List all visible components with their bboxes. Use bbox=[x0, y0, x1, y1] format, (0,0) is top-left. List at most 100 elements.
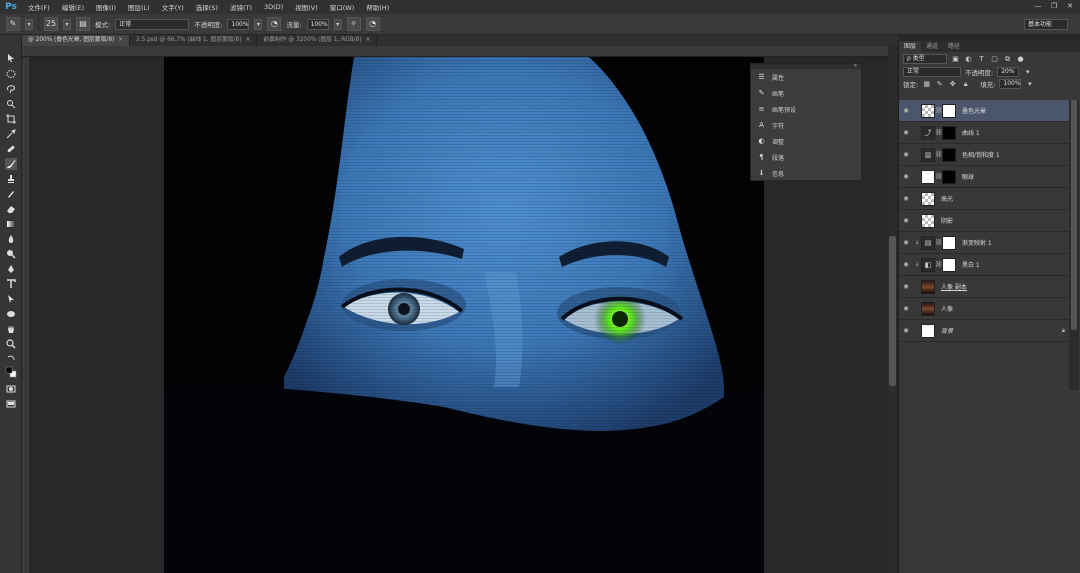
layer-row[interactable]: ◉ ⛓ 叠色光晕 bbox=[899, 100, 1069, 122]
panel-properties-button[interactable]: ☰ 属性 bbox=[751, 69, 861, 85]
dodge-tool-icon[interactable] bbox=[5, 248, 17, 260]
clone-stamp-tool-icon[interactable] bbox=[5, 173, 17, 185]
flow-input[interactable]: 100% bbox=[306, 18, 329, 30]
filter-type-icon[interactable]: T bbox=[977, 55, 986, 64]
tab-close-icon[interactable]: × bbox=[366, 37, 371, 43]
pen-tool-icon[interactable] bbox=[5, 263, 17, 275]
history-brush-tool-icon[interactable] bbox=[5, 188, 17, 200]
visibility-eye-icon[interactable]: ◉ bbox=[899, 151, 913, 158]
visibility-eye-icon[interactable]: ◉ bbox=[899, 217, 913, 224]
airbrush-icon[interactable]: ✧ bbox=[346, 17, 361, 31]
path-selection-tool-icon[interactable] bbox=[5, 293, 17, 305]
move-tool-icon[interactable] bbox=[5, 52, 17, 64]
lock-position-icon[interactable]: ✥ bbox=[948, 80, 957, 89]
panel-brush-button[interactable]: ✎ 画笔 bbox=[751, 85, 861, 101]
gradient-tool-icon[interactable] bbox=[5, 218, 17, 230]
close-button[interactable]: ✕ bbox=[1066, 2, 1074, 10]
collapse-dock-icon[interactable]: » bbox=[853, 62, 857, 69]
layer-opacity-input[interactable]: 20% bbox=[997, 67, 1020, 77]
layer-row[interactable]: ◉ 人像 副本 bbox=[899, 276, 1069, 298]
hand-tool-icon[interactable] bbox=[5, 323, 17, 335]
layer-row[interactable]: ◉ 背景 🔒︎ bbox=[899, 320, 1069, 342]
mask-link-icon[interactable]: ⛓ bbox=[935, 261, 943, 268]
menu-window[interactable]: 窗口(W) bbox=[324, 2, 361, 12]
menu-file[interactable]: 文件(F) bbox=[22, 2, 56, 12]
visibility-eye-icon[interactable]: ◉ bbox=[899, 129, 913, 136]
menu-3d[interactable]: 3D(D) bbox=[258, 3, 289, 11]
brush-tool-preset-icon[interactable]: ✎ bbox=[6, 17, 20, 31]
minimize-button[interactable]: — bbox=[1034, 2, 1042, 10]
mask-link-icon[interactable]: ⛓ bbox=[935, 151, 943, 158]
filter-toggle-icon[interactable]: ● bbox=[1016, 55, 1025, 64]
marquee-tool-icon[interactable] bbox=[5, 68, 17, 80]
lock-image-icon[interactable]: ✎ bbox=[935, 80, 944, 89]
mask-link-icon[interactable]: ⛓ bbox=[935, 173, 943, 180]
visibility-eye-icon[interactable]: ◉ bbox=[899, 283, 913, 290]
pressure-size-icon[interactable]: ◔ bbox=[365, 17, 380, 31]
tab-channels[interactable]: 通道 bbox=[921, 41, 943, 52]
scrollbar-thumb[interactable] bbox=[1071, 100, 1077, 330]
shape-tool-icon[interactable] bbox=[5, 308, 17, 320]
type-tool-icon[interactable] bbox=[5, 278, 17, 290]
pressure-opacity-icon[interactable]: ◔ bbox=[267, 17, 282, 31]
quick-selection-tool-icon[interactable] bbox=[5, 98, 17, 110]
menu-image[interactable]: 图像(I) bbox=[90, 2, 122, 12]
filter-smart-object-icon[interactable]: ⧉ bbox=[1003, 55, 1012, 64]
blur-tool-icon[interactable] bbox=[5, 233, 17, 245]
restore-button[interactable]: ❐ bbox=[1050, 2, 1058, 10]
tool-preset-dropdown[interactable]: ▾ bbox=[25, 18, 33, 30]
menu-select[interactable]: 选择(S) bbox=[190, 2, 224, 12]
visibility-eye-icon[interactable]: ◉ bbox=[899, 173, 913, 180]
layer-mask-thumbnail[interactable] bbox=[942, 125, 956, 140]
opacity-dropdown-icon[interactable]: ▾ bbox=[1023, 68, 1032, 77]
layer-row[interactable]: ◉ ⛓ 眼球 bbox=[899, 166, 1069, 188]
visibility-eye-icon[interactable]: ◉ bbox=[899, 305, 913, 312]
crop-tool-icon[interactable] bbox=[5, 113, 17, 125]
fill-input[interactable]: 100% bbox=[999, 79, 1022, 89]
visibility-eye-icon[interactable]: ◉ bbox=[899, 107, 913, 114]
tab-document-3[interactable]: 前景制作 @ 3200% (图层 1, RGB/8) × bbox=[257, 35, 378, 46]
brush-size-picker[interactable]: 25 bbox=[44, 17, 58, 31]
canvas-vertical-scrollbar[interactable] bbox=[888, 46, 897, 573]
filter-pixel-icon[interactable]: ▣ bbox=[951, 55, 960, 64]
layer-mask-thumbnail[interactable] bbox=[942, 257, 956, 272]
workspace-select[interactable]: 基本功能 bbox=[1024, 19, 1068, 30]
brush-tool-icon[interactable] bbox=[5, 158, 17, 170]
opacity-input[interactable]: 100% bbox=[227, 18, 250, 30]
layer-row[interactable]: ◉ ↓ ◧ ⛓ 黑白 1 bbox=[899, 254, 1069, 276]
quick-mask-icon[interactable] bbox=[5, 383, 17, 395]
brush-picker-dropdown[interactable]: ▾ bbox=[63, 18, 71, 30]
lock-all-icon[interactable]: 🔒︎ bbox=[961, 80, 970, 89]
tab-layers[interactable]: 图层 bbox=[899, 41, 922, 52]
filter-adjustment-icon[interactable]: ◐ bbox=[964, 55, 973, 64]
menu-type[interactable]: 文字(Y) bbox=[156, 2, 190, 12]
layer-row[interactable]: ◉ 高光 bbox=[899, 188, 1069, 210]
layer-row[interactable]: ◉ 人像 bbox=[899, 298, 1069, 320]
visibility-eye-icon[interactable]: ◉ bbox=[899, 239, 913, 246]
panel-brush-presets-button[interactable]: ≡ 画笔预设 bbox=[751, 101, 861, 117]
opacity-dropdown[interactable]: ▾ bbox=[254, 18, 263, 30]
mask-link-icon[interactable]: ⛓ bbox=[935, 239, 943, 246]
menu-help[interactable]: 帮助(H) bbox=[360, 2, 395, 12]
tab-close-icon[interactable]: × bbox=[245, 37, 250, 43]
layer-row[interactable]: ◉ ↓ ▤ ⛓ 渐变映射 1 bbox=[899, 232, 1069, 254]
menu-edit[interactable]: 编辑(E) bbox=[56, 2, 90, 12]
flow-dropdown[interactable]: ▾ bbox=[333, 18, 342, 30]
lasso-tool-icon[interactable] bbox=[5, 83, 17, 95]
visibility-eye-icon[interactable]: ◉ bbox=[899, 195, 913, 202]
swap-colors-icon[interactable] bbox=[5, 353, 17, 365]
layer-mask-thumbnail[interactable] bbox=[942, 147, 956, 162]
screen-mode-icon[interactable] bbox=[5, 398, 17, 410]
panel-info-button[interactable]: ℹ 信息 bbox=[751, 165, 861, 181]
blend-mode-select[interactable]: 正常 bbox=[903, 67, 961, 77]
healing-brush-tool-icon[interactable] bbox=[5, 143, 17, 155]
brush-panel-toggle-icon[interactable]: ▤ bbox=[76, 17, 90, 31]
layer-row[interactable]: ◉ ⤴ ⛓ 曲线 1 bbox=[899, 122, 1069, 144]
panel-adjustments-button[interactable]: ◐ 调整 bbox=[751, 133, 861, 149]
menu-filter[interactable]: 滤镜(T) bbox=[224, 2, 258, 12]
tab-close-icon[interactable]: × bbox=[118, 37, 123, 43]
layers-scrollbar[interactable] bbox=[1069, 100, 1079, 390]
menu-view[interactable]: 视图(V) bbox=[289, 2, 324, 12]
layer-row[interactable]: ◉ 阴影 bbox=[899, 210, 1069, 232]
layer-row[interactable]: ◉ ▥ ⛓ 色相/饱和度 1 bbox=[899, 144, 1069, 166]
